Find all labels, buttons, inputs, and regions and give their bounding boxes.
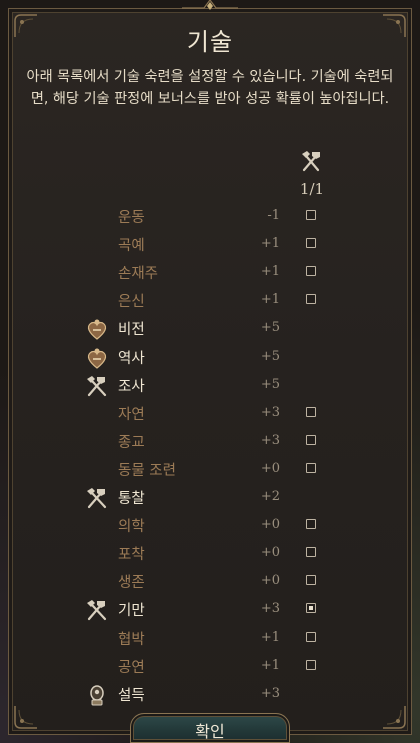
- skill-proficiency-checkbox[interactable]: [306, 294, 316, 305]
- skill-modifier: -1: [267, 208, 280, 223]
- skill-modifier: +5: [260, 376, 280, 392]
- skill-proficiency-checkbox[interactable]: [306, 406, 316, 417]
- skill-modifier: +5: [260, 348, 280, 364]
- skill-row[interactable]: 운동 -1: [0, 202, 420, 230]
- heart-emblem-icon: [84, 317, 110, 341]
- skill-name: 통찰: [118, 491, 145, 507]
- skill-name: 설득: [118, 687, 145, 704]
- skill-modifier: +3: [260, 685, 280, 701]
- skill-row[interactable]: 생존 +0: [0, 567, 420, 595]
- skill-proficiency-checkbox[interactable]: [306, 547, 316, 558]
- skill-modifier: +3: [260, 404, 280, 420]
- crossed-hammers-icon: [84, 374, 110, 398]
- skill-row[interactable]: 곡예 +1: [0, 230, 420, 258]
- skill-row[interactable]: 포착 +0: [0, 539, 420, 567]
- skill-proficiency-checkbox[interactable]: [306, 238, 316, 249]
- skill-row[interactable]: 의학 +0: [0, 511, 420, 539]
- skill-proficiency-checkbox[interactable]: [306, 603, 316, 614]
- skill-name: 비전: [118, 322, 145, 339]
- corner-ornament-icon: [381, 704, 407, 730]
- skill-modifier: +3: [260, 601, 280, 617]
- skill-name: 생존: [118, 575, 145, 592]
- confirm-button[interactable]: 확인: [130, 713, 290, 743]
- skill-name: 자연: [118, 406, 145, 423]
- skill-modifier: +0: [260, 517, 280, 533]
- corner-ornament-icon: [13, 704, 39, 730]
- confirm-button-label: 확인: [195, 722, 225, 741]
- skill-modifier: +1: [260, 629, 280, 645]
- skill-name: 곡예: [118, 238, 145, 255]
- skill-name: 종교: [118, 434, 145, 451]
- skill-proficiency-checkbox[interactable]: [306, 266, 316, 277]
- skill-name: 의학: [118, 519, 145, 536]
- skill-row[interactable]: 종교 +3: [0, 427, 420, 455]
- skill-name: 역사: [118, 350, 145, 367]
- skill-proficiency-checkbox[interactable]: [306, 575, 316, 586]
- skill-proficiency-checkbox[interactable]: [306, 519, 316, 530]
- skill-name: 손재주: [118, 266, 159, 283]
- skill-row: 설득 +3: [0, 680, 420, 708]
- skill-row: 비전 +5: [0, 314, 420, 342]
- lock-medallion-icon: [84, 683, 110, 707]
- skill-modifier: +1: [260, 264, 280, 280]
- skill-proficiency-checkbox[interactable]: [306, 462, 316, 473]
- crossed-hammers-icon: [84, 598, 110, 622]
- skill-row[interactable]: 동물 조련 +0: [0, 455, 420, 483]
- skill-modifier: +0: [260, 573, 280, 589]
- skill-row[interactable]: 기만 +3: [0, 595, 420, 623]
- skill-modifier: +1: [260, 236, 280, 252]
- skill-row[interactable]: 은신 +1: [0, 286, 420, 314]
- skill-proficiency-checkbox[interactable]: [306, 659, 316, 670]
- skill-modifier: +0: [260, 545, 280, 561]
- skill-name: 포착: [118, 547, 145, 564]
- skill-modifier: +1: [260, 657, 280, 673]
- skill-row[interactable]: 자연 +3: [0, 399, 420, 427]
- crossed-hammers-icon: [298, 148, 324, 174]
- proficiency-count: 1/1: [299, 180, 325, 198]
- skill-name: 협박: [118, 631, 145, 648]
- dialog-description: 아래 목록에서 기술 숙련을 설정할 수 있습니다. 기술에 숙련되면, 해당 …: [26, 69, 394, 107]
- skill-row[interactable]: 협박 +1: [0, 624, 420, 652]
- skill-modifier: +3: [260, 432, 280, 448]
- skill-name: 공연: [118, 659, 145, 676]
- skill-proficiency-checkbox[interactable]: [306, 631, 316, 642]
- skill-modifier: +0: [260, 460, 280, 476]
- skill-row: 조사 +5: [0, 371, 420, 399]
- skill-row: 역사 +5: [0, 343, 420, 371]
- skill-modifier: +1: [260, 292, 280, 308]
- skill-proficiency-checkbox[interactable]: [306, 434, 316, 445]
- skill-name: 조사: [118, 378, 145, 395]
- dialog-title: 기술: [186, 28, 234, 56]
- skill-name: 동물 조련: [118, 462, 176, 479]
- crossed-hammers-icon: [84, 486, 110, 510]
- skill-row: 통찰 +2: [0, 483, 420, 511]
- heart-emblem-icon: [84, 346, 110, 370]
- top-ornament-icon: [182, 0, 238, 11]
- skill-proficiency-checkbox[interactable]: [306, 210, 316, 220]
- skill-name: 은신: [118, 294, 145, 311]
- skill-name: 기만: [118, 603, 145, 620]
- skill-modifier: +2: [260, 489, 280, 504]
- skill-modifier: +5: [260, 320, 280, 336]
- skill-row[interactable]: 손재주 +1: [0, 258, 420, 286]
- skill-name: 운동: [118, 210, 145, 226]
- skill-row[interactable]: 공연 +1: [0, 652, 420, 680]
